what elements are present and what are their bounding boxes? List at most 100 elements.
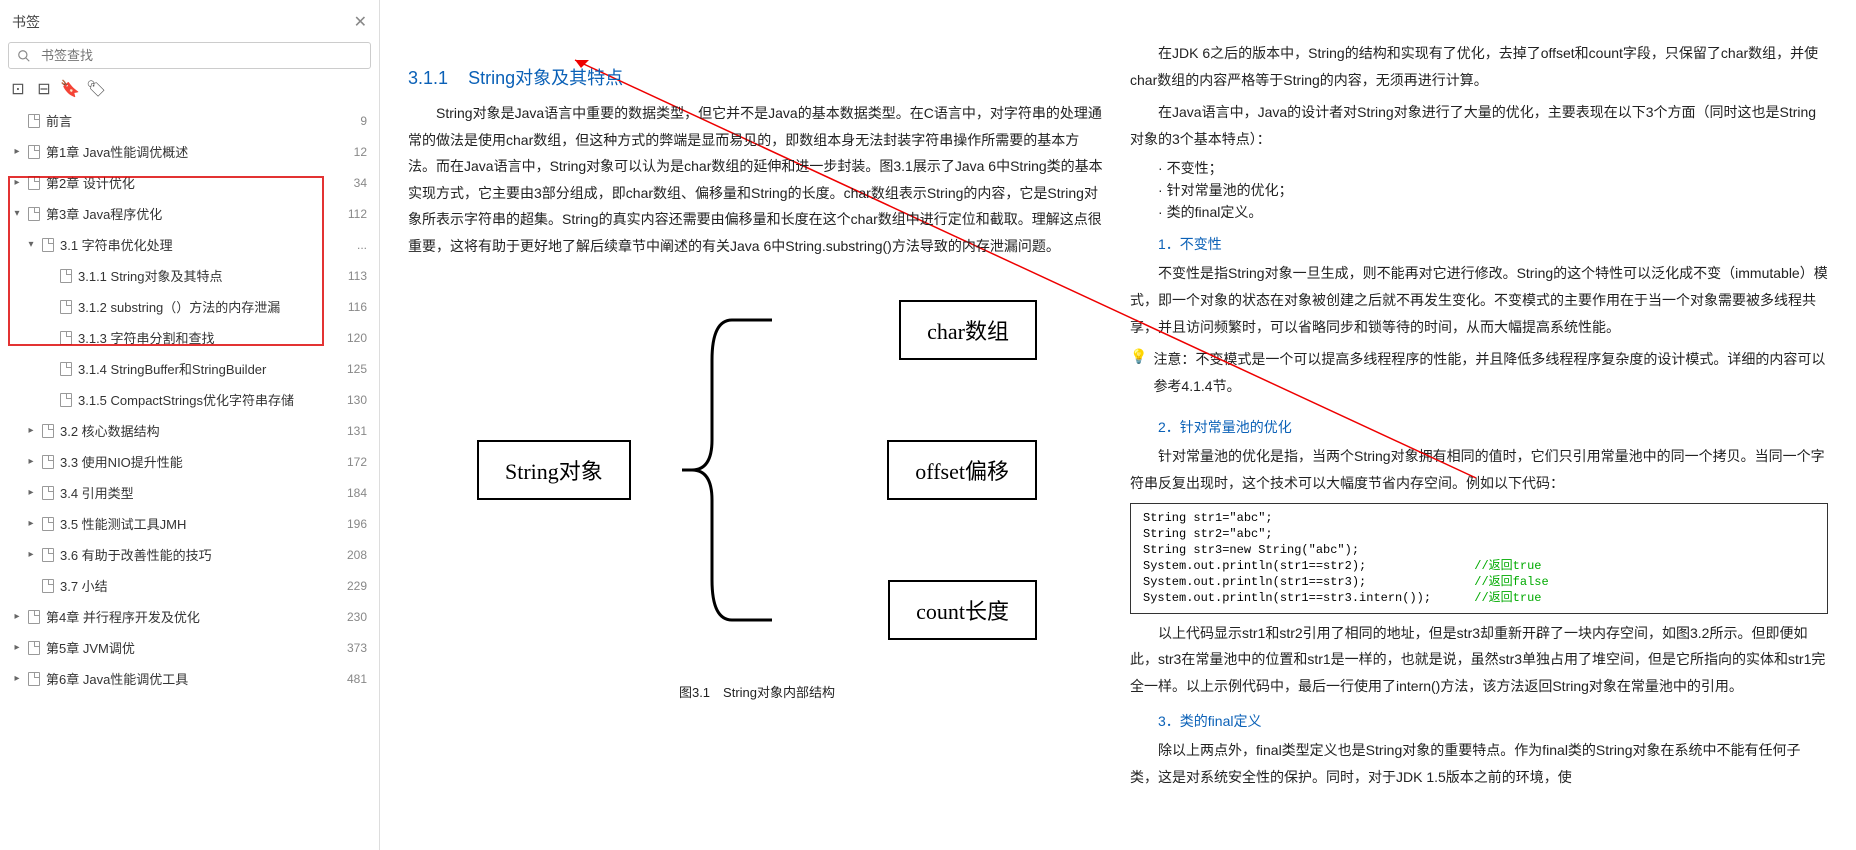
toc-page-number: 131 — [347, 424, 367, 438]
page-icon — [28, 610, 40, 624]
subheading: 3．类的final定义 — [1130, 711, 1828, 731]
bookmark-icon[interactable]: 🏷 — [88, 81, 104, 97]
paragraph: String对象是Java语言中重要的数据类型，但它并不是Java的基本数据类型… — [408, 100, 1106, 260]
fig-box-count: count长度 — [888, 580, 1037, 640]
sidebar-title: 书签 — [12, 12, 40, 32]
toc-item-label: 第1章 Java性能调优概述 — [46, 142, 188, 161]
toc-row[interactable]: ▸ 3.4 引用类型 184 — [8, 477, 371, 508]
caret-icon[interactable]: ▸ — [12, 611, 22, 622]
page-icon — [60, 362, 72, 376]
toc-row[interactable]: ▸3.2 核心数据结构131 — [8, 415, 371, 446]
toc-page-number: 130 — [347, 393, 367, 407]
toc-page-number: 112 — [348, 207, 367, 221]
search-icon — [17, 49, 31, 63]
caret-icon[interactable]: ▸ — [12, 146, 22, 157]
figure-3-1: String对象 char数组 offset偏移 count长度 — [477, 270, 1037, 670]
toc-row[interactable]: 前言 9 — [8, 105, 371, 136]
toc-row[interactable]: ▸ 第2章 设计优化 34 — [8, 167, 371, 198]
toc-page-number: 196 — [347, 517, 367, 531]
page-icon — [42, 517, 54, 531]
toc-row[interactable]: ▸ 3.5 性能测试工具JMH 196 — [8, 508, 371, 539]
document-content: 3.1.1 String对象及其特点 String对象是Java语言中重要的数据… — [380, 0, 1856, 850]
bookmark-add-icon[interactable]: 🔖 — [62, 81, 78, 97]
toc-item-label: 第6章 Java性能调优工具 — [46, 669, 188, 688]
toc-page-number: 116 — [348, 300, 367, 314]
code-block: String str1="abc"; String str2="abc"; St… — [1130, 503, 1828, 614]
bullet: 不变性； — [1130, 158, 1828, 178]
toc-page-number: 208 — [347, 548, 367, 562]
page-icon — [28, 145, 40, 159]
toc-row[interactable]: 3.7 小结229 — [8, 570, 371, 601]
toc-row[interactable]: ▸ 3.3 使用NIO提升性能 172 — [8, 446, 371, 477]
caret-icon[interactable]: ▾ — [26, 239, 36, 250]
toc-row[interactable]: 3.1.2 substring（）方法的内存泄漏116 — [8, 291, 371, 322]
page-icon — [42, 579, 54, 593]
toc-row[interactable]: 3.1.3 字符串分割和查找120 — [8, 322, 371, 353]
toc-item-label: 第2章 设计优化 — [46, 173, 135, 192]
page-icon — [28, 207, 40, 221]
page-icon — [28, 641, 40, 655]
toc-item-label: 3.1.1 String对象及其特点 — [78, 266, 223, 285]
collapse-all-icon[interactable]: ⊡ — [10, 81, 26, 97]
toc-item-label: 第4章 并行程序开发及优化 — [46, 607, 200, 626]
toc-item-label: 3.1.4 StringBuffer和StringBuilder — [78, 359, 266, 378]
caret-icon[interactable]: ▸ — [26, 518, 36, 529]
page-icon — [42, 238, 54, 252]
subheading: 1．不变性 — [1130, 234, 1828, 254]
toc-page-number: 184 — [347, 486, 367, 500]
page-icon — [42, 486, 54, 500]
search-input[interactable] — [39, 47, 362, 64]
page-icon — [28, 114, 40, 128]
bullet: 类的final定义。 — [1130, 202, 1828, 222]
toc-row[interactable]: ▸3.6 有助于改善性能的技巧208 — [8, 539, 371, 570]
paragraph: 针对常量池的优化是指，当两个String对象拥有相同的值时，它们只引用常量池中的… — [1130, 443, 1828, 496]
paragraph: 以上代码显示str1和str2引用了相同的地址，但是str3却重新开辟了一块内存… — [1130, 620, 1828, 700]
caret-icon[interactable]: ▸ — [12, 642, 22, 653]
brace-icon — [682, 300, 772, 640]
caret-icon[interactable]: ▸ — [26, 425, 36, 436]
toc-row[interactable]: ▸ 第6章 Java性能调优工具 481 — [8, 663, 371, 694]
toc-row[interactable]: ▸第5章 JVM调优373 — [8, 632, 371, 663]
toc-item-label: 3.4 引用类型 — [60, 483, 134, 502]
caret-icon[interactable]: ▸ — [26, 549, 36, 560]
toc-page-number: 172 — [347, 455, 367, 469]
page-icon — [28, 672, 40, 686]
page-icon — [60, 300, 72, 314]
close-icon[interactable]: ✕ — [354, 12, 367, 32]
toc-page-number: 9 — [360, 114, 367, 128]
caret-icon[interactable]: ▸ — [12, 673, 22, 684]
bookmark-sidebar: 书签 ✕ ⊡ ⊟ 🔖 🏷 前言9▸第1章 Java性能调优概述12▸第2章 设计… — [0, 0, 380, 850]
toc-page-number: 120 — [347, 331, 367, 345]
toc-item-label: 前言 — [46, 111, 72, 130]
toc-row[interactable]: ▸ 第4章 并行程序开发及优化 230 — [8, 601, 371, 632]
toc-row[interactable]: ▾第3章 Java程序优化112 — [8, 198, 371, 229]
caret-icon[interactable]: ▾ — [12, 208, 22, 219]
toc-item-label: 3.7 小结 — [60, 576, 108, 595]
toc-row[interactable]: 3.1.1 String对象及其特点113 — [8, 260, 371, 291]
caret-icon[interactable]: ▸ — [12, 177, 22, 188]
page-icon — [42, 548, 54, 562]
toc-row[interactable]: 3.1.4 StringBuffer和StringBuilder125 — [8, 353, 371, 384]
toc-item-label: 3.5 性能测试工具JMH — [60, 514, 186, 533]
toc-item-label: 3.3 使用NIO提升性能 — [60, 452, 183, 471]
page-icon — [42, 424, 54, 438]
page-icon — [42, 455, 54, 469]
section-heading: 3.1.1 String对象及其特点 — [408, 64, 1106, 90]
toc-page-number: 34 — [354, 176, 367, 190]
bullet: 针对常量池的优化； — [1130, 180, 1828, 200]
fig-box-char: char数组 — [899, 300, 1037, 360]
toc-page-number: 230 — [347, 610, 367, 624]
toc-row[interactable]: 3.1.5 CompactStrings优化字符串存储130 — [8, 384, 371, 415]
toc-row[interactable]: ▸第1章 Java性能调优概述12 — [8, 136, 371, 167]
toc-row[interactable]: ▾3.1 字符串优化处理... — [8, 229, 371, 260]
bookmark-search[interactable] — [8, 42, 371, 69]
toc-item-label: 第5章 JVM调优 — [46, 638, 135, 657]
fig-box-offset: offset偏移 — [887, 440, 1037, 500]
caret-icon[interactable]: ▸ — [26, 456, 36, 467]
expand-all-icon[interactable]: ⊟ — [36, 81, 52, 97]
page-icon — [60, 393, 72, 407]
fig-box-string: String对象 — [477, 440, 631, 500]
toc-page-number: ... — [357, 238, 367, 252]
toc-page-number: 481 — [347, 672, 367, 686]
caret-icon[interactable]: ▸ — [26, 487, 36, 498]
